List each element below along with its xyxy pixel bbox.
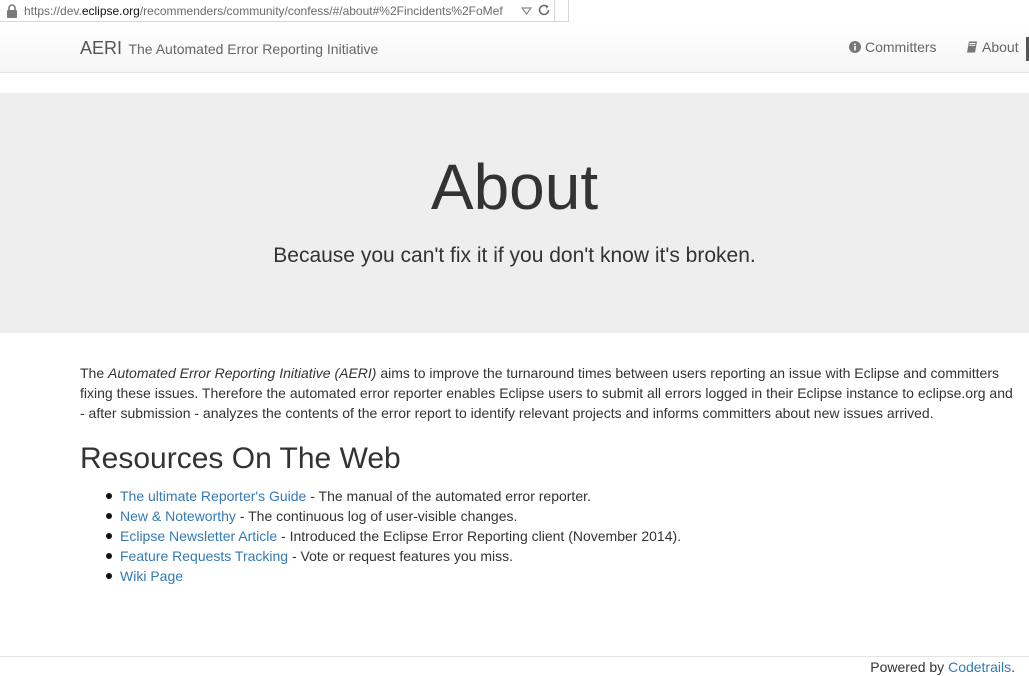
lock-icon xyxy=(7,4,17,18)
resources-list: The ultimate Reporter's Guide - The manu… xyxy=(80,486,980,586)
bullet xyxy=(106,513,112,519)
powered-by-text: Powered by Codetrails. xyxy=(870,659,1015,675)
nav-committers-link[interactable]: Committers xyxy=(849,39,937,55)
bullet xyxy=(106,573,112,579)
reporters-guide-link[interactable]: The ultimate Reporter's Guide xyxy=(120,488,306,504)
bullet xyxy=(106,493,112,499)
brand-link[interactable]: AERI The Automated Error Reporting Initi… xyxy=(80,38,378,59)
nav-about-label: About xyxy=(982,39,1019,55)
page-title: About xyxy=(430,151,599,223)
intro-paragraph: The Automated Error Reporting Initiative… xyxy=(80,365,1013,421)
url-text[interactable]: https://dev.eclipse.org/recommenders/com… xyxy=(24,4,516,18)
page-tagline: Because you can't fix it if you don't kn… xyxy=(273,244,756,267)
reload-icon[interactable] xyxy=(537,3,551,17)
book-icon xyxy=(967,41,977,53)
nav-about-link[interactable]: About xyxy=(966,39,1019,55)
brand-long: The Automated Error Reporting Initiative xyxy=(128,41,379,57)
nav-committers-label: Committers xyxy=(865,39,937,55)
top-navbar: AERI The Automated Error Reporting Initi… xyxy=(0,22,1029,73)
intro-emphasis: Automated Error Reporting Initiative (AE… xyxy=(108,365,377,381)
wiki-page-link[interactable]: Wiki Page xyxy=(120,568,183,584)
page-footer: Powered by Codetrails. xyxy=(0,656,1029,676)
new-noteworthy-link[interactable]: New & Noteworthy xyxy=(120,508,236,524)
list-item: New & Noteworthy - The continuous log of… xyxy=(80,506,980,526)
feature-requests-link[interactable]: Feature Requests Tracking xyxy=(120,548,288,564)
codetrails-link[interactable]: Codetrails xyxy=(948,659,1011,675)
dropdown-arrow-icon[interactable] xyxy=(521,5,532,16)
list-item: Feature Requests Tracking - Vote or requ… xyxy=(80,546,980,566)
newsletter-article-link[interactable]: Eclipse Newsletter Article xyxy=(120,528,277,544)
address-bar-divider xyxy=(554,0,555,22)
bullet xyxy=(106,533,112,539)
bullet xyxy=(106,553,112,559)
list-item: Eclipse Newsletter Article - Introduced … xyxy=(80,526,980,546)
list-item: The ultimate Reporter's Guide - The manu… xyxy=(80,486,980,506)
brand-short: AERI xyxy=(80,38,123,58)
resources-heading: Resources On The Web xyxy=(80,442,401,475)
list-item: Wiki Page xyxy=(80,566,980,586)
hero-section: About Because you can't fix it if you do… xyxy=(0,93,1029,333)
info-circle-icon xyxy=(849,41,861,53)
address-bar[interactable]: https://dev.eclipse.org/recommenders/com… xyxy=(0,0,569,22)
